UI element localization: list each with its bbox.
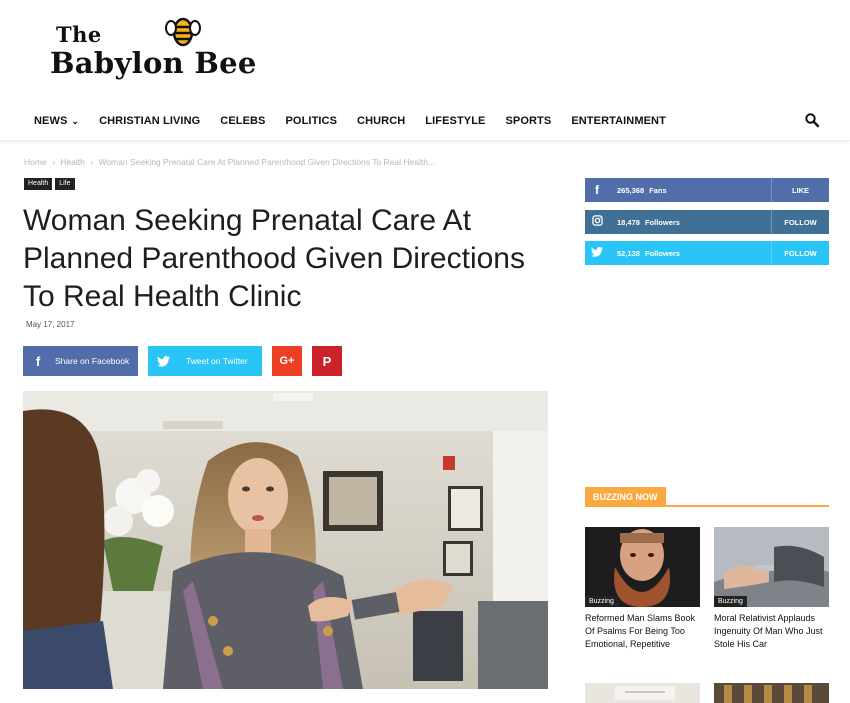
nav-item-lifestyle[interactable]: LIFESTYLE xyxy=(415,115,495,127)
like-button[interactable]: LIKE xyxy=(771,178,829,202)
breadcrumb-separator: › xyxy=(90,157,94,167)
bee-icon xyxy=(165,17,201,47)
social-counter-instagram[interactable]: 18,478 Followers FOLLOW xyxy=(585,210,829,234)
share-pinterest-button[interactable]: P xyxy=(312,346,342,376)
social-count: 18,478 xyxy=(617,217,640,227)
logo-text-the: The xyxy=(56,22,102,47)
nav-item-label: NEWS xyxy=(34,115,68,127)
buzzing-now-label: BUZZING NOW xyxy=(585,487,666,507)
nav-item-politics[interactable]: POLITICS xyxy=(276,115,348,127)
breadcrumb-current: Woman Seeking Prenatal Care At Planned P… xyxy=(98,157,436,167)
site-logo[interactable]: The Babylon Bee xyxy=(50,16,260,80)
breadcrumb-category[interactable]: Health xyxy=(60,157,85,167)
social-count: 265,368 xyxy=(617,185,645,195)
article-title: Woman Seeking Prenatal Care At Planned P… xyxy=(23,204,525,313)
nav-item-entertainment[interactable]: ENTERTAINMENT xyxy=(561,115,676,127)
buzzing-badge: Buzzing xyxy=(714,596,747,607)
buzzing-now-header: BUZZING NOW xyxy=(585,487,829,507)
nav-item-celebs[interactable]: CELEBS xyxy=(210,115,275,127)
share-facebook-button[interactable]: f Share on Facebook xyxy=(23,346,138,376)
social-counter-twitter[interactable]: 52,138 Followers FOLLOW xyxy=(585,241,829,265)
breadcrumb-home[interactable]: Home xyxy=(24,157,47,167)
share-facebook-label: Share on Facebook xyxy=(55,356,130,366)
social-label: Fans xyxy=(649,185,667,195)
breadcrumb: Home › Health › Woman Seeking Prenatal C… xyxy=(24,157,438,167)
buzzing-badge: Buzzing xyxy=(585,596,618,607)
social-label: Followers xyxy=(644,217,680,227)
twitter-icon xyxy=(585,246,609,260)
buzzing-article-title[interactable]: Reformed Man Slams Book Of Psalms For Be… xyxy=(585,612,700,651)
social-count: 52,138 xyxy=(617,248,640,258)
buzzing-article-image[interactable]: Buzzing xyxy=(714,527,829,607)
share-twitter-button[interactable]: Tweet on Twitter xyxy=(148,346,262,376)
facebook-icon: f xyxy=(595,183,599,197)
tag-health[interactable]: Health xyxy=(24,178,53,190)
buzzing-article-card[interactable]: Buzzing Moral Relativist Applauds Ingenu… xyxy=(714,527,829,651)
logo-text-main: Babylon Bee xyxy=(50,46,257,80)
buzzing-article-image[interactable]: Buzzing xyxy=(585,527,700,607)
nav-item-news[interactable]: NEWS ⌄ xyxy=(24,115,89,127)
featured-image xyxy=(23,391,548,689)
share-googleplus-button[interactable]: G+ xyxy=(272,346,302,376)
article-date: May 17, 2017 xyxy=(26,320,75,329)
search-icon[interactable] xyxy=(804,112,820,128)
instagram-icon xyxy=(585,215,609,229)
buzzing-article-image[interactable] xyxy=(714,683,829,703)
main-navigation: NEWS ⌄ CHRISTIAN LIVING CELEBS POLITICS C… xyxy=(0,101,850,141)
buzzing-article-card[interactable]: Buzzing Reformed Man Slams Book Of Psalm… xyxy=(585,527,700,651)
follow-button[interactable]: FOLLOW xyxy=(771,210,829,234)
tag-life[interactable]: Life xyxy=(55,178,75,190)
buzzing-article-title[interactable]: Moral Relativist Applauds Ingenuity Of M… xyxy=(714,612,829,651)
breadcrumb-separator: › xyxy=(52,157,55,167)
nav-item-christian-living[interactable]: CHRISTIAN LIVING xyxy=(89,115,210,127)
twitter-icon xyxy=(148,346,178,376)
chevron-down-icon: ⌄ xyxy=(71,116,80,126)
share-twitter-label: Tweet on Twitter xyxy=(186,356,248,366)
category-tags: Health Life xyxy=(24,178,75,190)
nav-item-sports[interactable]: SPORTS xyxy=(495,115,561,127)
buzzing-article-image[interactable] xyxy=(585,683,700,703)
nav-item-church[interactable]: CHURCH xyxy=(347,115,415,127)
follow-button[interactable]: FOLLOW xyxy=(771,241,829,265)
facebook-icon: f xyxy=(35,353,41,369)
social-counter-facebook[interactable]: f 265,368 Fans LIKE xyxy=(585,178,829,202)
social-label: Followers xyxy=(644,248,680,258)
